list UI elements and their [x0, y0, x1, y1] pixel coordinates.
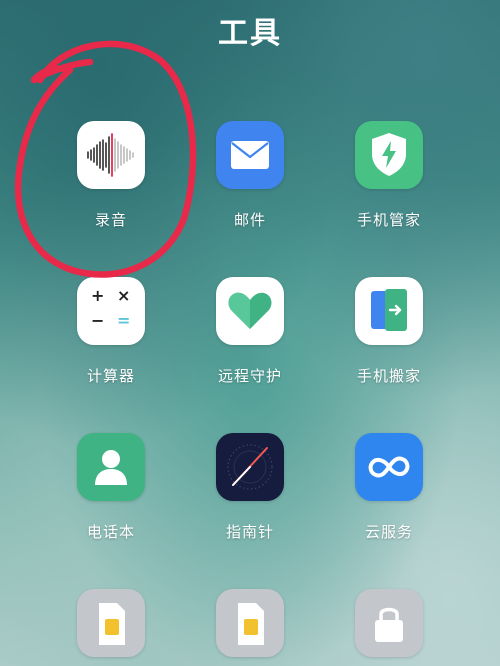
app-recorder[interactable]: 录音 — [41, 121, 181, 230]
app-mail[interactable]: 邮件 — [180, 121, 320, 230]
app-remote-guard[interactable]: 远程守护 — [180, 277, 320, 386]
app-compass[interactable]: 指南针 — [180, 433, 320, 542]
app-sim-card-1[interactable] — [41, 589, 181, 657]
sim-card-icon — [77, 589, 145, 657]
app-lock[interactable] — [319, 589, 459, 657]
calculator-icon: + × − = — [77, 277, 145, 345]
compass-icon — [216, 433, 284, 501]
app-label: 手机搬家 — [356, 367, 421, 385]
app-phone-clone[interactable]: 手机搬家 — [319, 277, 459, 386]
sound-wave-icon — [77, 121, 145, 189]
app-label: 录音 — [94, 211, 127, 229]
shield-bolt-icon — [355, 121, 423, 189]
app-label: 远程守护 — [217, 367, 282, 385]
equals-symbol: = — [117, 311, 131, 330]
app-label: 计算器 — [86, 367, 135, 385]
app-calculator[interactable]: + × − = 计算器 — [41, 277, 181, 386]
plus-symbol: + — [91, 286, 105, 305]
envelope-icon — [216, 121, 284, 189]
app-phone-manager[interactable]: 手机管家 — [319, 121, 459, 230]
times-symbol: × — [117, 286, 131, 305]
sim-card-icon — [216, 589, 284, 657]
lock-icon — [355, 589, 423, 657]
app-label: 指南针 — [225, 523, 274, 541]
app-label: 邮件 — [233, 211, 266, 229]
minus-symbol: − — [91, 311, 105, 330]
app-contacts[interactable]: 电话本 — [41, 433, 181, 542]
contact-person-icon — [77, 433, 145, 501]
cloud-infinity-icon — [355, 433, 423, 501]
app-label: 电话本 — [86, 523, 135, 541]
app-label: 手机管家 — [356, 211, 421, 229]
app-sim-card-2[interactable] — [180, 589, 320, 657]
app-label: 云服务 — [364, 523, 413, 541]
app-grid: 录音 邮件 手机管家 + × − = 计算器 远程守护 手机搬家 电话本 指南针… — [0, 0, 500, 666]
app-cloud-service[interactable]: 云服务 — [319, 433, 459, 542]
heart-icon — [216, 277, 284, 345]
phone-transfer-icon — [355, 277, 423, 345]
